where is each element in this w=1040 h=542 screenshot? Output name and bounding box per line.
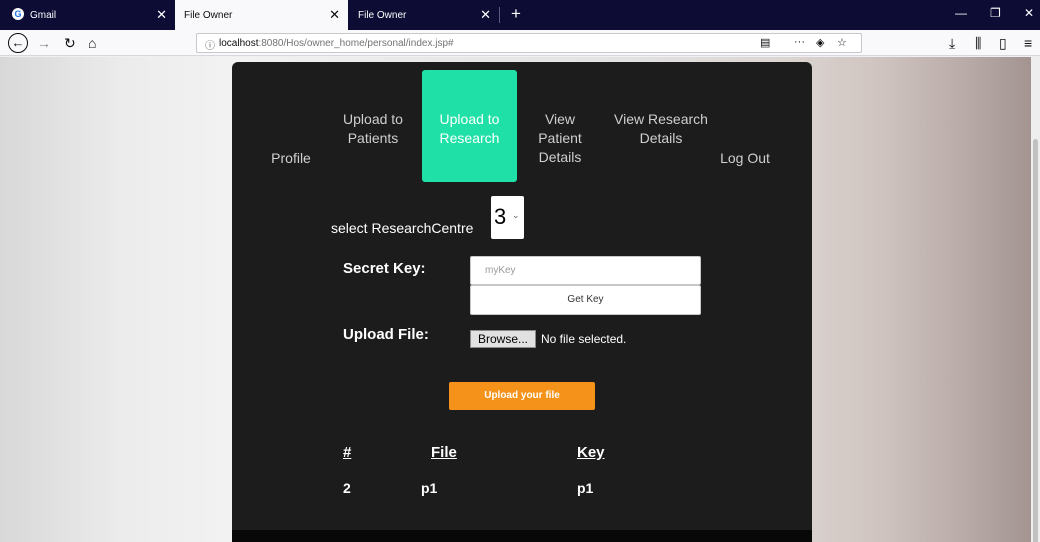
browse-button[interactable]: Browse... [470,330,536,348]
download-icon[interactable]: ⤓ [949,34,955,52]
gmail-icon: G [12,8,24,20]
chevron-down-icon: ⌄ [512,210,520,220]
navigation-bar: ← → ↻ ⌂ ⓘ localhost:8080/Hos/owner_home/… [0,30,1040,56]
table-header-file: File [431,444,457,461]
tab-file-owner-active[interactable]: File Owner ✕ [175,0,348,30]
tab-title: Gmail [30,10,57,21]
page-actions-icon[interactable]: ··· [794,36,805,48]
table-header-number: # [343,444,352,461]
table-cell-key: p1 [577,480,594,496]
close-icon[interactable]: ✕ [329,7,340,23]
window-close-icon[interactable]: ✕ [1024,6,1034,20]
tab-separator [499,7,500,23]
tab-gmail[interactable]: G Gmail ✕ [0,0,175,30]
minimize-icon[interactable]: — [955,6,967,20]
close-icon[interactable]: ✕ [156,7,167,23]
select-research-centre-label: select ResearchCentre [331,220,474,236]
table-header-key: Key [577,444,605,461]
table-cell-file: p1 [421,480,438,496]
home-icon[interactable]: ⌂ [88,34,96,52]
upload-your-file-button[interactable]: Upload your file [449,382,595,410]
nav-upload-to-patients[interactable]: Upload to Patients [334,110,412,148]
tab-title: File Owner [358,10,407,21]
secret-key-placeholder: myKey [485,265,516,276]
get-key-button[interactable]: Get Key [470,285,701,315]
nav-view-research-details[interactable]: View Research Details [611,110,711,148]
scroll-thumb[interactable] [1033,139,1038,542]
info-icon[interactable]: ⓘ [205,37,215,52]
pocket-icon[interactable]: ◈ [816,36,824,49]
restore-icon[interactable]: ❐ [990,6,1001,20]
select-value: 3 [494,204,507,229]
new-tab-icon[interactable]: + [511,4,521,24]
secret-key-input[interactable]: myKey [470,256,701,285]
nav-profile[interactable]: Profile [256,149,326,168]
tab-title: File Owner [184,10,233,21]
scrollbar[interactable] [1031,57,1040,542]
back-icon[interactable]: ← [8,33,28,53]
secret-key-label: Secret Key: [343,260,426,277]
nav-upload-to-research[interactable]: Upload to Research [422,70,517,182]
url-bar[interactable]: ⓘ localhost:8080/Hos/owner_home/personal… [196,33,862,53]
tab-bar: G Gmail ✕ File Owner ✕ File Owner ✕ + — … [0,0,1040,30]
library-icon[interactable]: ⫼ [975,34,981,52]
nav-view-patient-details[interactable]: View Patient Details [525,110,595,167]
main-panel: Profile Upload to Patients Upload to Res… [232,62,812,542]
upload-file-label: Upload File: [343,326,429,343]
tab-file-owner[interactable]: File Owner ✕ [348,0,499,30]
reader-view-icon[interactable]: ▤ [760,36,770,49]
bookmark-star-icon[interactable]: ☆ [837,36,847,49]
sidebar-icon[interactable]: ▯ [999,34,1007,52]
panel-footer [232,530,812,542]
reload-icon[interactable]: ↻ [64,34,76,52]
research-centre-select[interactable]: 3 ⌄ [491,196,524,239]
nav-log-out[interactable]: Log Out [710,149,780,168]
table-cell-number: 2 [343,480,351,496]
menu-icon[interactable]: ≡ [1024,34,1032,52]
forward-icon[interactable]: → [37,34,51,52]
close-icon[interactable]: ✕ [480,7,491,23]
file-status-text: No file selected. [541,332,627,346]
url-text: localhost:8080/Hos/owner_home/personal/i… [219,38,454,49]
